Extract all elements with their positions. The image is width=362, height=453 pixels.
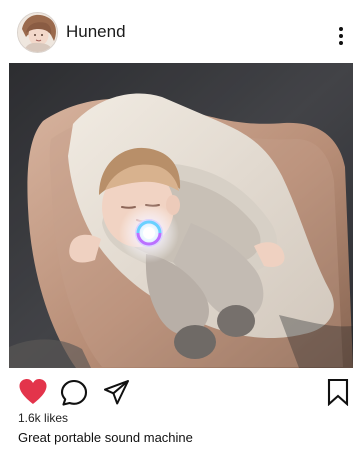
paper-plane-icon[interactable] <box>103 379 130 406</box>
more-options-icon[interactable] <box>332 25 350 47</box>
post-header: Hunend <box>0 0 362 64</box>
avatar[interactable] <box>17 12 58 53</box>
comment-icon[interactable] <box>60 379 88 407</box>
likes-count-row[interactable]: 1.6k likes <box>18 410 68 426</box>
post-caption: Great portable sound machine <box>18 430 193 445</box>
heart-icon[interactable] <box>18 378 48 406</box>
post-image[interactable] <box>9 63 353 368</box>
username[interactable]: Hunend <box>66 22 126 42</box>
post-actions <box>0 374 362 410</box>
likes-label: likes <box>44 411 69 425</box>
likes-count[interactable]: 1.6k <box>18 411 41 425</box>
bookmark-icon[interactable] <box>327 378 349 406</box>
